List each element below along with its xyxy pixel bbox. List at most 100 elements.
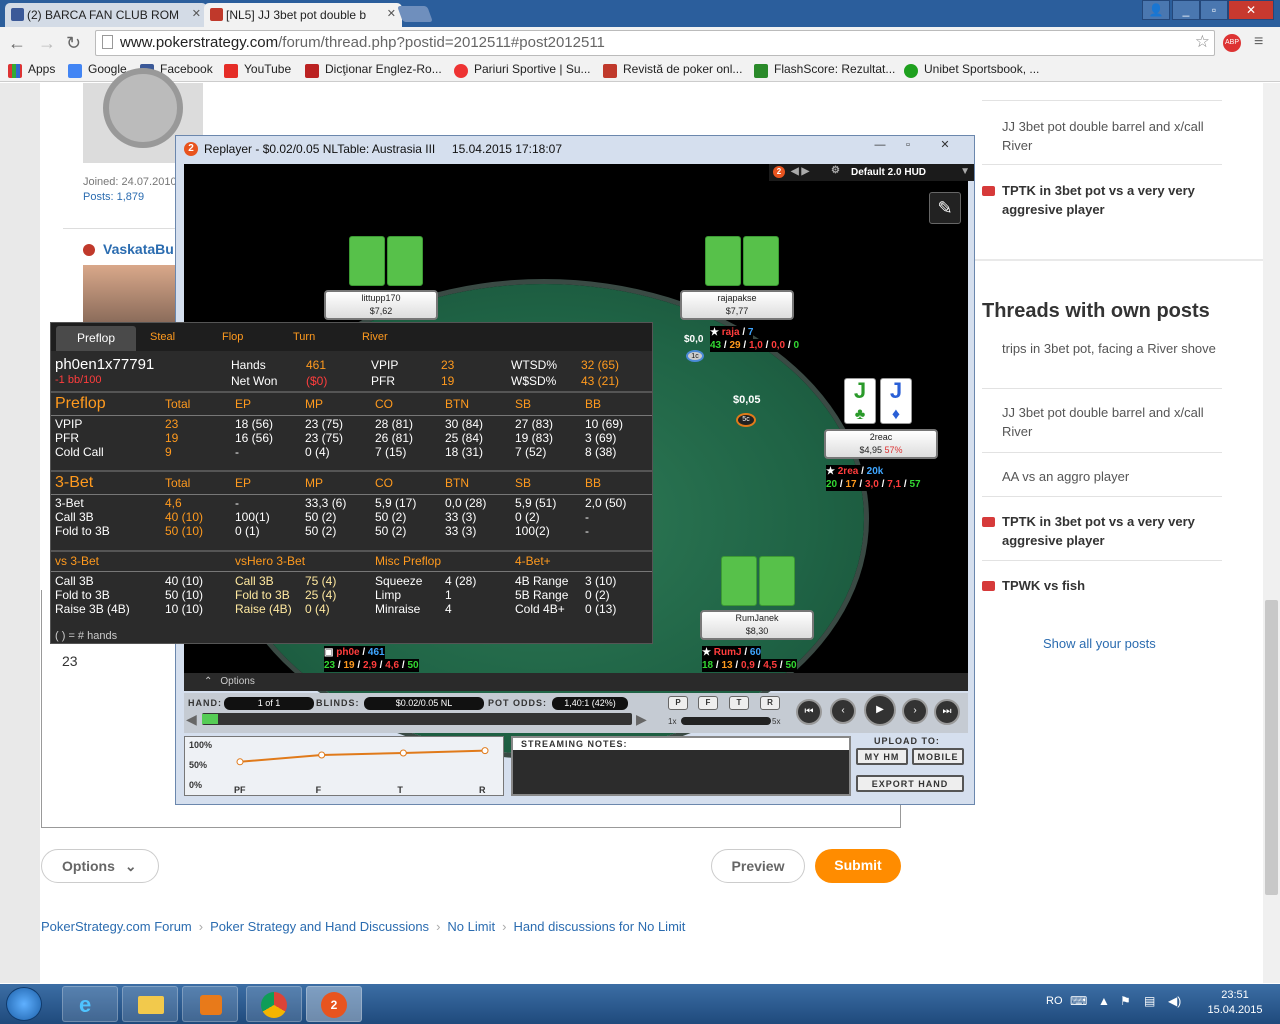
tab-preflop[interactable]: Preflop (56, 326, 136, 351)
menu-icon[interactable]: ≡ (1254, 33, 1263, 51)
submit-button[interactable]: Submit (815, 849, 901, 883)
options-button[interactable]: Options ⌄ (41, 849, 159, 883)
hud-stats[interactable]: ▣ ph0e / 461 (324, 646, 385, 659)
filter-turn-button[interactable]: T (729, 696, 749, 710)
arrow-right-icon[interactable]: ▶ (636, 711, 647, 728)
last-hand-icon[interactable]: ⏭ (934, 699, 960, 725)
hud-stats[interactable]: ★ 2rea / 20k (826, 465, 884, 478)
sidebar-thread-link[interactable]: TPTK in 3bet pot vs a very very aggresiv… (1002, 512, 1227, 550)
hud-3bet: 7,1 (887, 479, 902, 490)
close-icon[interactable]: ✕ (387, 7, 396, 20)
tab-steal[interactable]: Steal (150, 331, 175, 343)
clock[interactable]: 23:51 15.04.2015 (1205, 988, 1265, 1018)
step-back-icon[interactable]: ‹ (830, 698, 856, 724)
bookmark-pariuri[interactable]: Pariuri Sportive | Su... (454, 62, 591, 78)
sidebar-thread-link[interactable]: AA vs an aggro player (1002, 467, 1227, 486)
my-hm-button[interactable]: MY HM (856, 748, 908, 765)
tab-barca[interactable]: (2) BARCA FAN CLUB ROM ✕ (5, 3, 207, 27)
window-close-button[interactable]: ✕ (1228, 0, 1274, 20)
volume-icon[interactable]: ◀) (1168, 994, 1181, 1008)
play-icon[interactable]: ▶ (864, 694, 896, 726)
speed-slider[interactable] (681, 717, 771, 725)
forward-icon[interactable]: → (38, 33, 56, 54)
stat-cell: 23 (75) (305, 431, 344, 445)
bookmark-flashscore[interactable]: FlashScore: Rezultat... (754, 62, 895, 78)
author-name[interactable]: VaskataBu (103, 241, 174, 257)
seat-plate[interactable]: RumJanek $8,30 (700, 610, 814, 640)
star-icon[interactable]: ☆ (1195, 32, 1210, 52)
filter-preflop-button[interactable]: P (668, 696, 688, 710)
file-explorer-icon[interactable] (122, 986, 178, 1022)
sidebar-thread-link[interactable]: trips in 3bet pot, facing a River shove (1002, 339, 1227, 358)
user-icon[interactable]: 👤 (1142, 0, 1170, 20)
back-icon[interactable]: ← (8, 33, 26, 54)
filter-flop-button[interactable]: F (698, 696, 718, 710)
gear-icon[interactable]: ⚙ (831, 165, 840, 176)
flag-icon[interactable]: ⚑ (1120, 994, 1131, 1008)
tab-river[interactable]: River (362, 331, 388, 343)
maximize-button[interactable]: ▫ (896, 139, 920, 153)
tab-turn[interactable]: Turn (293, 331, 315, 343)
start-button[interactable] (6, 987, 42, 1021)
close-icon[interactable]: ✕ (192, 7, 201, 20)
hud-pfr: 13 (721, 660, 733, 671)
mobile-button[interactable]: MOBILE (912, 748, 964, 765)
seat-plate[interactable]: rajapakse $7,77 (680, 290, 794, 320)
reload-icon[interactable]: ↻ (66, 33, 81, 54)
keyboard-icon[interactable]: ⌨ (1070, 994, 1087, 1008)
hud-3bet: 4,5 (763, 660, 778, 671)
preview-button[interactable]: Preview (711, 849, 805, 883)
first-hand-icon[interactable]: ⏮ (796, 699, 822, 725)
new-tab-button[interactable] (397, 6, 433, 22)
options-toggle[interactable]: ⌃ Options (184, 673, 968, 691)
hud-stats[interactable]: ★ raja / 7 (710, 326, 754, 339)
bookmark-unibet[interactable]: Unibet Sportsbook, ... (904, 62, 1039, 78)
scrollbar-thumb[interactable] (1265, 600, 1278, 895)
show-all-posts-link[interactable]: Show all your posts (1043, 636, 1156, 651)
adblock-icon[interactable]: ABP (1223, 34, 1241, 52)
minimize-button[interactable]: _ (1172, 0, 1200, 20)
maximize-button[interactable]: ▫ (1200, 0, 1228, 20)
sidebar-thread-link[interactable]: JJ 3bet pot double barrel and x/call Riv… (1002, 403, 1227, 441)
media-player-icon[interactable] (182, 986, 238, 1022)
stat-cell: 18 (56) (235, 417, 274, 431)
close-button[interactable]: ✕ (930, 139, 960, 153)
pencil-icon[interactable]: ✎ (929, 192, 961, 224)
breadcrumb-strategy[interactable]: Poker Strategy and Hand Discussions (210, 919, 429, 934)
breadcrumb-handdiscussions[interactable]: Hand discussions for No Limit (513, 919, 685, 934)
breadcrumb-forum[interactable]: PokerStrategy.com Forum (41, 919, 192, 934)
hand-timeline-slider[interactable] (202, 713, 632, 725)
filter-river-button[interactable]: R (760, 696, 780, 710)
seat-plate-hero[interactable]: 2reac $4,95 57% (824, 429, 938, 459)
chevron-up-icon[interactable]: ▲ (1098, 994, 1110, 1008)
slider-handle[interactable] (202, 714, 218, 724)
seat-plate[interactable]: littupp170 $7,62 (324, 290, 438, 320)
bookmark-google[interactable]: Google (68, 62, 127, 78)
streaming-notes-box[interactable]: STREAMING NOTES: (511, 736, 851, 796)
sidebar-thread-link[interactable]: TPWK vs fish (1002, 576, 1227, 595)
hud-selector[interactable]: 2 ◀ ▶ ⚙ Default 2.0 HUD ▼ (769, 164, 974, 181)
minimize-button[interactable]: — (868, 139, 892, 153)
tab-pokerstrategy[interactable]: [NL5] JJ 3bet pot double b ✕ (204, 3, 402, 27)
sidebar-thread-link[interactable]: TPTK in 3bet pot vs a very very aggresiv… (1002, 181, 1227, 219)
stat-cell: 50 (10) (165, 524, 204, 538)
hud-stats[interactable]: ★ RumJ / 60 (702, 646, 762, 659)
bookmark-revista[interactable]: Revistă de poker onl... (603, 62, 742, 78)
language-indicator[interactable]: RO (1046, 995, 1063, 1007)
prev-next-icon[interactable]: ◀ ▶ (791, 166, 809, 177)
step-forward-icon[interactable]: › (902, 698, 928, 724)
tab-flop[interactable]: Flop (222, 331, 243, 343)
bookmark-youtube[interactable]: YouTube (224, 62, 291, 78)
arrow-left-icon[interactable]: ◀ (186, 711, 197, 728)
network-icon[interactable]: ▤ (1144, 994, 1155, 1008)
holdem-manager-icon[interactable]: 2 (306, 986, 362, 1022)
export-hand-button[interactable]: EXPORT HAND (856, 775, 964, 792)
bookmark-apps[interactable]: Apps (8, 62, 55, 78)
chrome-icon[interactable] (246, 986, 302, 1022)
address-bar[interactable]: www.pokerstrategy.com/forum/thread.php?p… (95, 30, 1215, 56)
sidebar-thread-link[interactable]: JJ 3bet pot double barrel and x/call Riv… (1002, 117, 1227, 155)
internet-explorer-icon[interactable]: e (62, 986, 118, 1022)
y-tick-label: 50% (189, 760, 207, 770)
breadcrumb-nolimit[interactable]: No Limit (447, 919, 495, 934)
bookmark-dictionar[interactable]: Dicţionar Englez-Ro... (305, 62, 442, 78)
